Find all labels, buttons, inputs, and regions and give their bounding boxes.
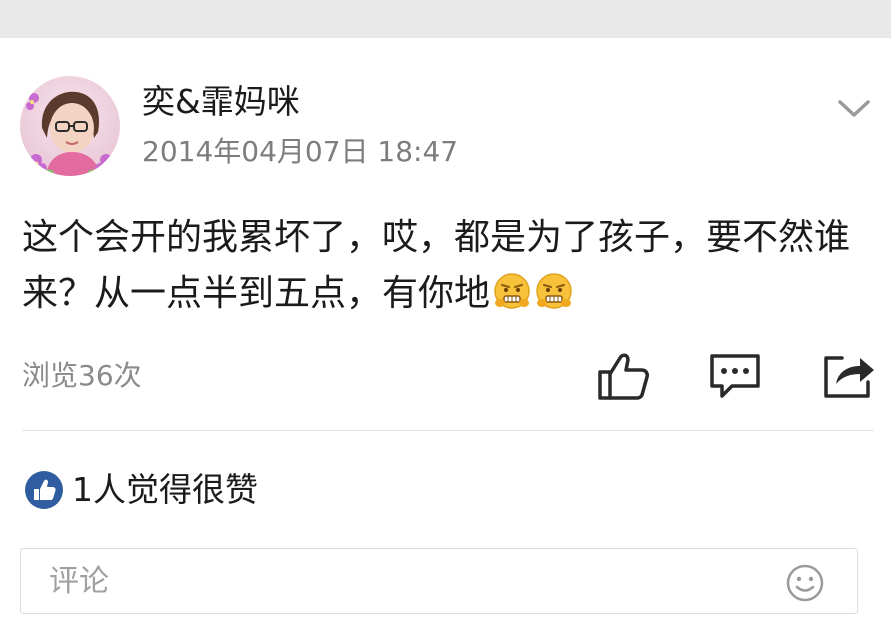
- view-count: 浏览36次: [22, 359, 142, 392]
- thumbs-up-icon[interactable]: [594, 346, 652, 404]
- author-name[interactable]: 奕&霏妈咪: [142, 80, 300, 124]
- post-text: 这个会开的我累坏了，哎，都是为了孩子，要不然谁来？从一点半到五点，有你地: [22, 217, 851, 314]
- share-icon[interactable]: [820, 346, 878, 404]
- comment-icon[interactable]: [706, 346, 764, 404]
- thumbs-up-badge-icon: [25, 471, 63, 509]
- grimace-emoji: [536, 273, 572, 309]
- post-content: 这个会开的我累坏了，哎，都是为了孩子，要不然谁来？从一点半到五点，有你地: [22, 210, 874, 322]
- likes-summary[interactable]: 1人觉得很赞: [24, 468, 258, 512]
- avatar-image: [20, 76, 120, 176]
- grimace-emoji: [494, 273, 530, 309]
- comment-input[interactable]: [49, 559, 789, 603]
- likes-text: 1人觉得很赞: [72, 470, 258, 509]
- top-bar: [0, 0, 891, 38]
- avatar[interactable]: [20, 76, 120, 176]
- comment-box: [20, 548, 858, 614]
- post-timestamp: 2014年04月07日 18:47: [142, 135, 459, 168]
- smiley-icon[interactable]: [785, 563, 825, 603]
- divider: [22, 430, 874, 431]
- chevron-down-icon[interactable]: [834, 96, 874, 120]
